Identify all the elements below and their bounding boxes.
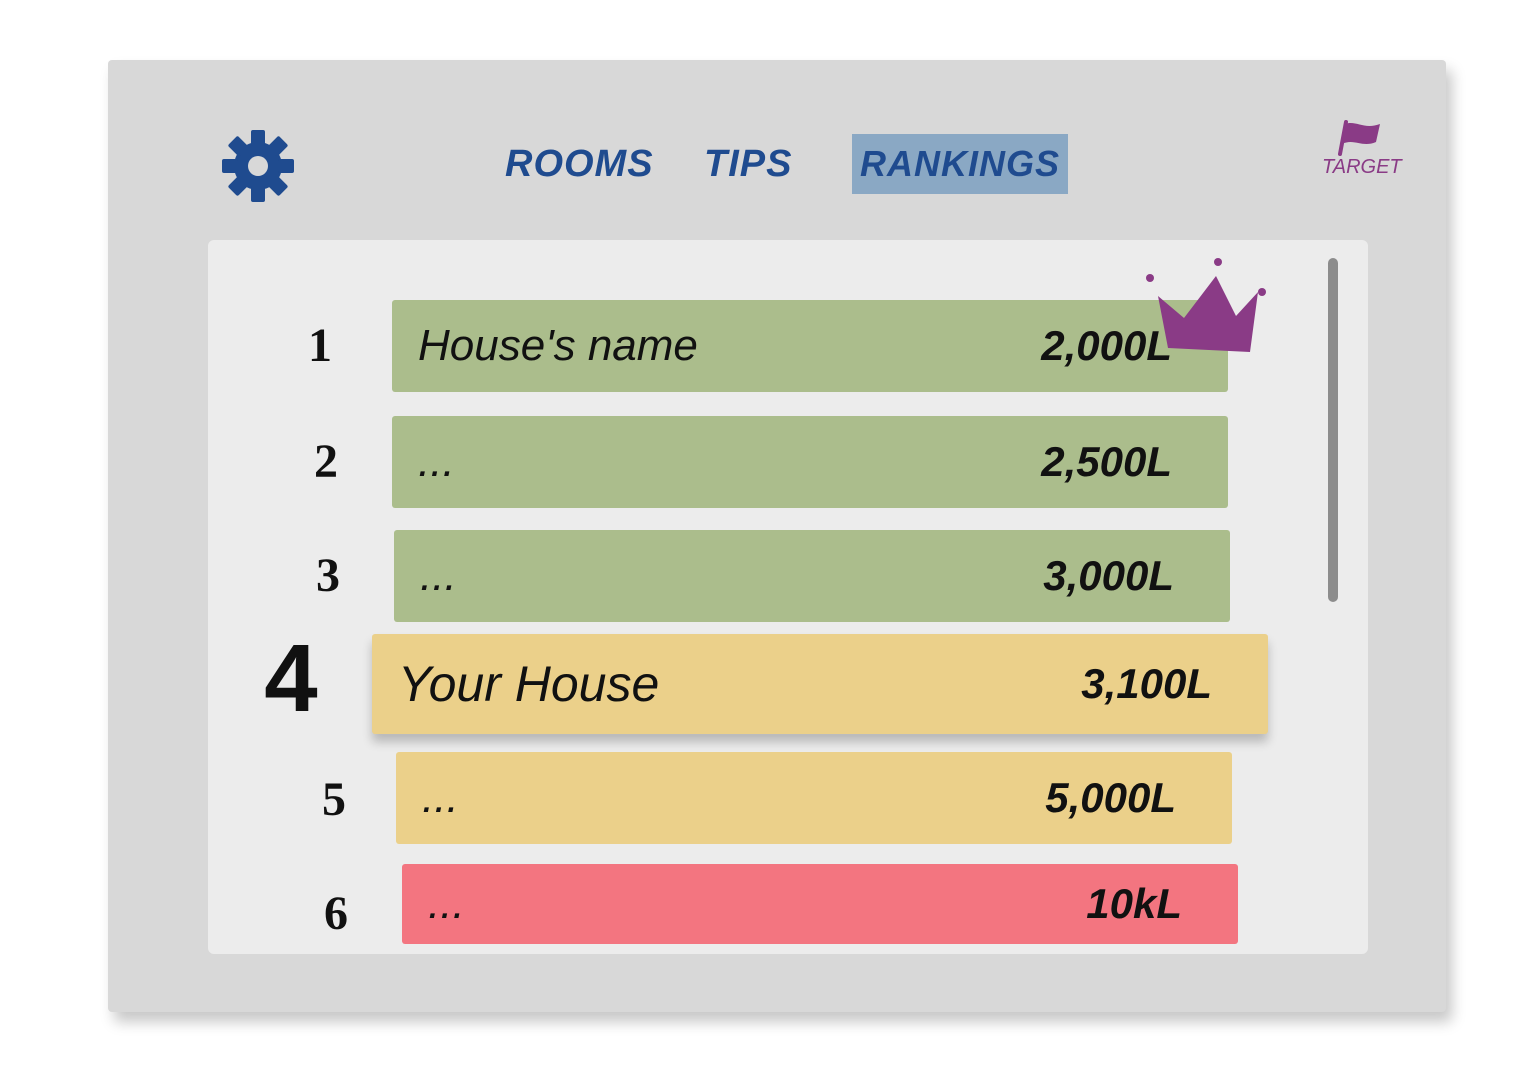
rank-number: 2 (314, 435, 338, 488)
tab-tips[interactable]: TIPS (704, 134, 792, 194)
tab-rankings[interactable]: RANKINGS (852, 134, 1068, 194)
rank-number: 6 (324, 887, 348, 940)
target-label[interactable]: TARGET (1322, 156, 1402, 179)
ranking-row-1[interactable]: House's name 2,000L (392, 300, 1228, 392)
house-name: ... (420, 551, 457, 600)
ranking-row-5[interactable]: ... 5,000L (396, 752, 1232, 844)
house-value: 10kL (1086, 880, 1182, 927)
house-name: Your House (398, 656, 660, 712)
tab-rooms[interactable]: ROOMS (505, 134, 654, 194)
ranking-row-4-your-house[interactable]: Your House 3,100L (372, 634, 1268, 734)
house-name: ... (418, 437, 455, 486)
house-value: 2,500L (1041, 438, 1172, 485)
house-name: House's name (418, 321, 698, 370)
house-value: 5,000L (1045, 774, 1176, 821)
scrollbar[interactable] (1328, 258, 1338, 602)
house-name: ... (428, 879, 465, 928)
rank-number: 1 (308, 319, 332, 372)
ranking-row-6[interactable]: ... 10kL (402, 864, 1238, 944)
rank-number: 3 (316, 549, 340, 602)
rank-number: 5 (322, 773, 346, 826)
house-name: ... (422, 773, 459, 822)
house-value: 3,000L (1043, 552, 1174, 599)
rank-number: 4 (264, 625, 318, 732)
ranking-row-3[interactable]: ... 3,000L (394, 530, 1230, 622)
gear-icon[interactable] (220, 128, 296, 204)
ranking-row-2[interactable]: ... 2,500L (392, 416, 1228, 508)
house-value: 3,100L (1081, 660, 1212, 707)
crown-icon (1146, 258, 1266, 352)
